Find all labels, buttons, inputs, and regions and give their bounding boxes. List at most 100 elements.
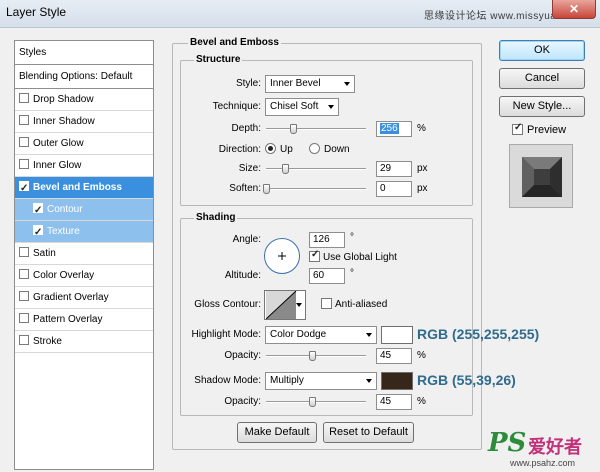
shadow-rgb-annotation: RGB (55,39,26) [417, 372, 516, 388]
style-item-gradient-overlay[interactable]: Gradient Overlay [15, 287, 153, 309]
style-item-stroke[interactable]: Stroke [15, 331, 153, 353]
gloss-contour-picker[interactable] [264, 290, 306, 320]
structure-title: Structure [194, 54, 243, 65]
shadow-opacity-slider[interactable] [266, 401, 366, 403]
size-slider-thumb[interactable] [282, 164, 289, 174]
style-checkbox[interactable] [33, 200, 43, 221]
reset-to-default-button[interactable]: Reset to Default [323, 422, 414, 443]
angle-dial[interactable] [264, 238, 300, 274]
shadow-mode-value: Multiply [270, 375, 304, 386]
contour-curve-icon [266, 291, 297, 319]
style-item-label: Stroke [33, 336, 62, 347]
chevron-down-icon [328, 105, 334, 109]
angle-label: Angle: [232, 234, 261, 245]
shadow-mode-select[interactable]: Multiply [265, 372, 377, 390]
highlight-opacity-slider[interactable] [266, 355, 366, 357]
depth-slider[interactable] [266, 128, 366, 130]
technique-select[interactable]: Chisel Soft [265, 98, 339, 116]
close-button[interactable]: ✕ [552, 0, 596, 19]
shadow-opacity-unit: % [417, 396, 426, 407]
style-item-contour[interactable]: Contour [15, 199, 153, 221]
style-item-label: Satin [33, 248, 56, 259]
highlight-rgb-annotation: RGB (255,255,255) [417, 326, 540, 342]
highlight-mode-value: Color Dodge [270, 329, 327, 340]
global-light-checkbox[interactable] [309, 249, 320, 262]
style-item-inner-glow[interactable]: Inner Glow [15, 155, 153, 177]
soften-label: Soften: [229, 183, 261, 194]
style-item-outer-glow[interactable]: Outer Glow [15, 133, 153, 155]
watermark-logo: PS [488, 428, 527, 458]
angle-input[interactable]: 126 [309, 232, 345, 248]
style-item-pattern-overlay[interactable]: Pattern Overlay [15, 309, 153, 331]
preview-label: Preview [527, 124, 567, 136]
blending-options[interactable]: Blending Options: Default [15, 65, 153, 89]
watermark-cn: 爱好者 [528, 437, 582, 457]
style-item-inner-shadow[interactable]: Inner Shadow [15, 111, 153, 133]
altitude-unit: ° [350, 268, 354, 279]
new-style-button[interactable]: New Style... [499, 96, 585, 117]
altitude-input[interactable]: 60 [309, 268, 345, 284]
highlight-opacity-thumb[interactable] [309, 351, 316, 361]
size-label: Size: [238, 163, 261, 174]
style-checkbox[interactable] [19, 269, 29, 279]
style-checkbox[interactable] [19, 178, 29, 199]
style-item-label: Bevel and Emboss [33, 182, 122, 193]
soften-slider[interactable] [266, 188, 366, 190]
style-checkbox[interactable] [19, 313, 29, 323]
size-slider[interactable] [266, 168, 366, 170]
technique-value: Chisel Soft [270, 101, 319, 112]
style-checkbox[interactable] [19, 247, 29, 257]
style-checkbox[interactable] [19, 159, 29, 169]
style-item-texture[interactable]: Texture [15, 221, 153, 243]
angle-unit: ° [350, 232, 354, 243]
highlight-mode-label: Highlight Mode: [191, 329, 261, 340]
depth-input[interactable]: 256 [376, 121, 412, 137]
highlight-opacity-value: 45 [380, 350, 392, 361]
style-item-drop-shadow[interactable]: Drop Shadow [15, 89, 153, 111]
style-checkbox[interactable] [19, 335, 29, 345]
direction-down-radio[interactable] [309, 143, 320, 154]
style-item-label: Inner Shadow [33, 116, 95, 127]
style-checkbox[interactable] [19, 137, 29, 147]
soften-unit: px [417, 183, 428, 194]
shadow-color-swatch[interactable] [381, 372, 413, 390]
cancel-button[interactable]: Cancel [499, 68, 585, 89]
size-unit: px [417, 163, 428, 174]
style-item-bevel-and-emboss[interactable]: Bevel and Emboss [15, 177, 153, 199]
style-checkbox[interactable] [19, 93, 29, 103]
style-item-label: Pattern Overlay [33, 314, 103, 325]
depth-label: Depth: [231, 123, 261, 134]
style-item-satin[interactable]: Satin [15, 243, 153, 265]
style-item-color-overlay[interactable]: Color Overlay [15, 265, 153, 287]
soften-slider-thumb[interactable] [263, 184, 270, 194]
shadow-opacity-thumb[interactable] [309, 397, 316, 407]
direction-down-label: Down [324, 144, 350, 155]
styles-header[interactable]: Styles [15, 41, 153, 65]
highlight-opacity-input[interactable]: 45 [376, 348, 412, 364]
style-checkbox[interactable] [33, 222, 43, 243]
depth-unit: % [417, 123, 426, 134]
altitude-value: 60 [313, 270, 325, 281]
style-checkbox[interactable] [19, 291, 29, 301]
shadow-opacity-input[interactable]: 45 [376, 394, 412, 410]
style-item-label: Drop Shadow [33, 94, 94, 105]
highlight-color-swatch[interactable] [381, 326, 413, 344]
chevron-down-icon [296, 303, 302, 307]
depth-slider-thumb[interactable] [290, 124, 297, 134]
direction-up-radio[interactable] [265, 143, 276, 154]
antialiased-checkbox[interactable] [321, 298, 332, 309]
soften-value: 0 [380, 183, 386, 194]
make-default-button[interactable]: Make Default [237, 422, 317, 443]
style-checkbox[interactable] [19, 115, 29, 125]
direction-label: Direction: [218, 144, 261, 155]
crosshair-icon [278, 252, 286, 260]
highlight-mode-select[interactable]: Color Dodge [265, 326, 377, 344]
preview-checkbox[interactable] [512, 122, 523, 135]
style-value: Inner Bevel [270, 78, 321, 89]
chevron-down-icon [366, 333, 372, 337]
soften-input[interactable]: 0 [376, 181, 412, 197]
style-select[interactable]: Inner Bevel [265, 75, 355, 93]
ok-button[interactable]: OK [499, 40, 585, 61]
size-input[interactable]: 29 [376, 161, 412, 177]
direction-up-label: Up [280, 144, 293, 155]
